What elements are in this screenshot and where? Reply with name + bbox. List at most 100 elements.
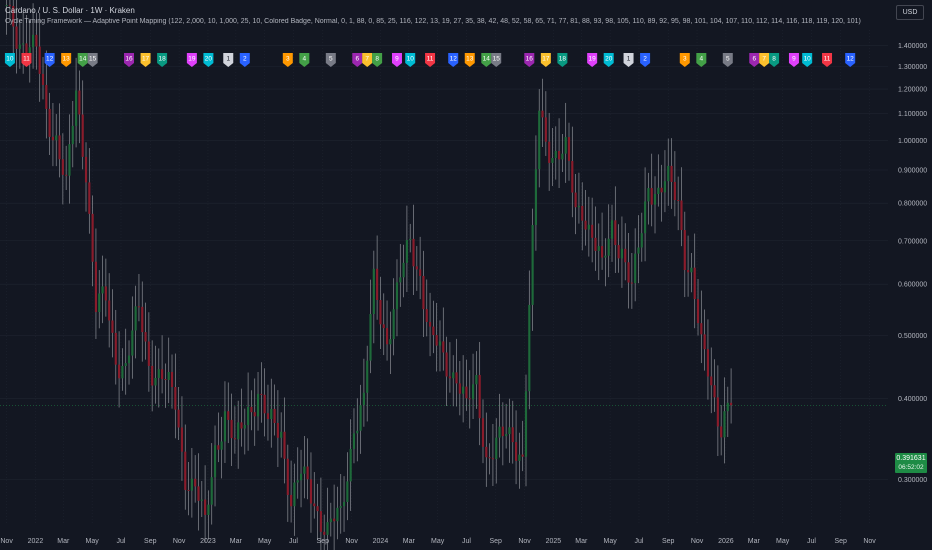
candle-up [389, 339, 392, 345]
candle-up [303, 466, 306, 474]
candle-up [531, 224, 534, 305]
candle-down [650, 188, 653, 205]
candle-down [541, 110, 544, 118]
cycle-badge: 6 [749, 53, 760, 67]
time-tick-label: Nov [0, 538, 13, 545]
badge-label: 19 [188, 56, 196, 63]
candle-down [58, 135, 61, 160]
badge-label: 11 [824, 56, 831, 63]
price-chart[interactable]: 10 11 12 13 14 15 16 17 18 19 20 1 2 3 4 5 6 7 8 9 10 11 12 13 1… [0, 0, 932, 550]
candle-down [104, 286, 107, 301]
time-axis[interactable]: Nov 2022 Mar May Jul Sep Nov 2023 Mar May Jul Sep No… [0, 538, 876, 545]
candle-down [627, 262, 630, 283]
time-tick-label: Jul [289, 538, 298, 545]
candle-up [564, 137, 567, 154]
time-tick-label: 2025 [546, 538, 562, 545]
candle-down [286, 458, 289, 495]
price-axis[interactable]: 1.400000 1.300000 1.200000 1.100000 1.000000… [898, 43, 927, 484]
badge-label: 7 [762, 56, 766, 63]
candle-down [283, 431, 286, 459]
candle-down [501, 426, 504, 437]
candle-up [640, 233, 643, 248]
candle-down [184, 451, 187, 490]
cycle-badge: 13 [464, 53, 475, 67]
time-tick-label: Sep [662, 538, 675, 545]
currency-button[interactable]: USD [896, 5, 924, 20]
cycle-badge: 2 [640, 53, 651, 67]
cycle-badge: 7 [362, 53, 373, 67]
candle-up [220, 441, 223, 450]
candle-up [75, 90, 78, 126]
badge-label: 16 [526, 56, 534, 63]
candle-up [534, 169, 537, 225]
candle-down [481, 418, 485, 447]
badge-label: 20 [205, 56, 213, 63]
badge-label: 10 [6, 56, 14, 63]
candle-down [61, 159, 64, 175]
cycle-badge: 14 [481, 53, 492, 67]
badge-label: 3 [683, 56, 687, 63]
time-tick-label: Nov [863, 538, 876, 545]
candle-up [356, 430, 359, 434]
candle-down [730, 402, 733, 406]
candle-down [677, 199, 680, 201]
time-tick-label: 2024 [373, 538, 389, 545]
candle-up [329, 518, 332, 523]
badge-label: 1 [226, 56, 230, 63]
badge-label: 12 [450, 56, 458, 63]
candle-down [683, 230, 686, 270]
candle-up [690, 267, 693, 273]
cycle-badge: 17 [140, 53, 151, 67]
candle-up [154, 377, 157, 386]
candle-down [673, 181, 676, 200]
price-tick-label: 0.700000 [898, 238, 927, 245]
candle-up [18, 44, 21, 49]
candle-down [266, 413, 270, 420]
candle-up [167, 371, 170, 380]
candle-up [405, 239, 408, 263]
badge-label: 12 [847, 56, 855, 63]
cycle-badge: 3 [679, 53, 690, 67]
badge-label: 5 [726, 56, 730, 63]
candle-down [187, 489, 190, 491]
time-tick-label: Nov [173, 538, 186, 545]
candle-up [395, 282, 399, 310]
cycle-badge: 15 [491, 53, 502, 67]
cycle-badge: 1 [623, 53, 634, 67]
candle-down [217, 445, 220, 450]
indicator-title[interactable]: Cycle Timing Framework — Adaptive Point … [5, 18, 861, 25]
price-tick-label: 1.000000 [898, 138, 927, 145]
time-tick-label: Sep [144, 538, 157, 545]
candle-up [243, 424, 246, 429]
cycle-badge: 6 [352, 53, 363, 67]
price-tick-label: 0.500000 [898, 333, 927, 340]
price-tick-label: 0.400000 [898, 396, 927, 403]
cycle-badge: 10 [405, 53, 416, 67]
candle-up [131, 330, 134, 356]
last-price-label: 0.391631 06:52:02 [895, 453, 927, 473]
time-tick-label: Nov [691, 538, 704, 545]
candle-up [667, 165, 670, 182]
cycle-badge: 15 [87, 53, 98, 67]
candle-down [194, 478, 197, 487]
candle-down [141, 306, 144, 333]
cycle-badge: 2 [239, 53, 250, 67]
candle-down [491, 458, 494, 460]
candle-up [657, 187, 660, 195]
candle-down [161, 369, 164, 379]
time-tick-label: May [86, 538, 100, 545]
candle-up [346, 481, 349, 502]
cycle-badge: 4 [696, 53, 707, 67]
candle-down [273, 408, 276, 423]
candle-up [342, 501, 346, 507]
time-tick-label: Sep [317, 538, 330, 545]
candle-up [339, 506, 342, 508]
candle-up [213, 445, 217, 478]
candle-down [94, 261, 98, 313]
candle-up [647, 188, 650, 202]
price-tick-label: 1.200000 [898, 87, 927, 94]
candle-down [630, 282, 633, 284]
time-tick-label: Sep [835, 538, 848, 545]
cycle-badge: 10 [802, 53, 813, 67]
candle-down [164, 378, 167, 380]
